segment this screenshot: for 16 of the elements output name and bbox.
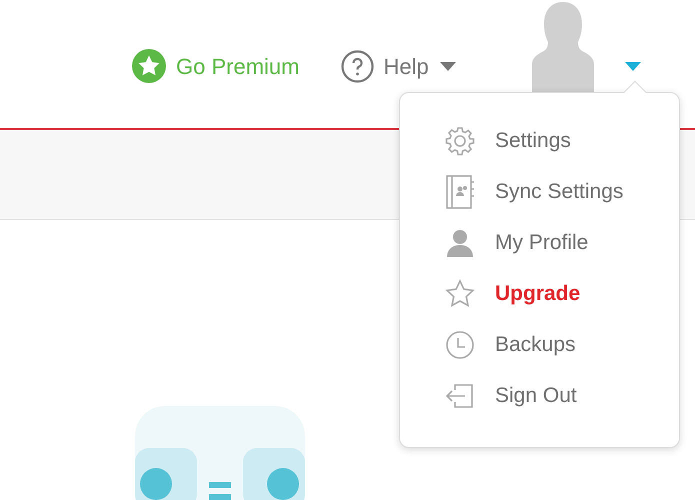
account-menu-toggle[interactable] bbox=[622, 60, 643, 72]
person-icon bbox=[445, 228, 475, 258]
menu-item[interactable]: Upgrade bbox=[445, 268, 679, 319]
star-icon bbox=[445, 278, 475, 308]
address-book-icon bbox=[445, 174, 475, 208]
menu-item[interactable]: Sync Settings bbox=[445, 166, 679, 217]
help-icon bbox=[341, 50, 374, 82]
clock-icon bbox=[445, 330, 475, 360]
menu-item[interactable]: My Profile bbox=[445, 217, 679, 268]
menu-item[interactable]: Settings bbox=[445, 115, 679, 166]
help-menu-button[interactable]: Help bbox=[341, 50, 456, 82]
menu-item[interactable]: Backups bbox=[445, 319, 679, 370]
sign-out-icon bbox=[445, 382, 475, 408]
caret-icon bbox=[624, 62, 641, 70]
menu-item[interactable]: Sign Out bbox=[445, 370, 679, 421]
gear-icon bbox=[445, 126, 475, 156]
